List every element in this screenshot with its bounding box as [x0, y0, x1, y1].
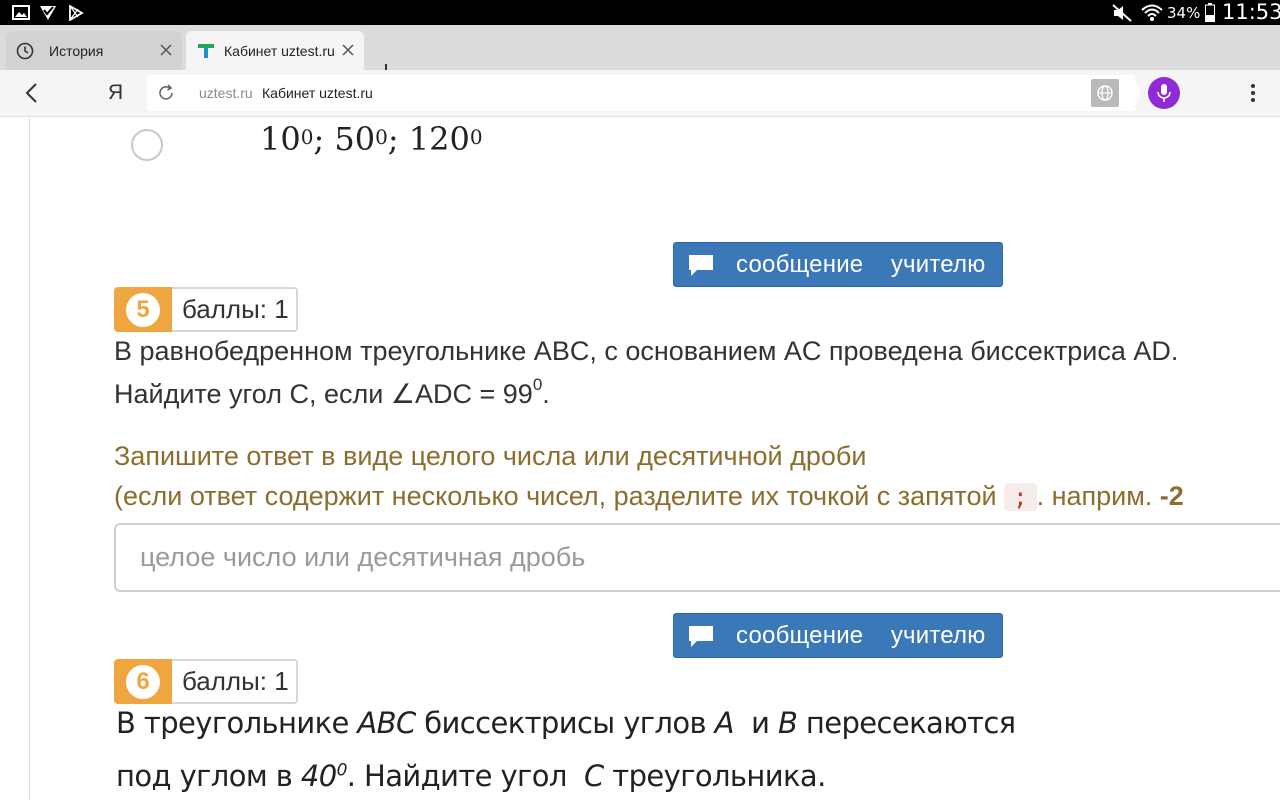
play-store-icon	[66, 4, 86, 21]
question-text-line: В треугольнике ABC биссектрисы углов A и…	[116, 706, 1016, 740]
question-points: баллы: 1	[172, 287, 298, 332]
question-text-line: В равнобедренном треугольнике ABC, с осн…	[114, 336, 1179, 366]
angle-value: 50	[334, 120, 376, 158]
globe-icon[interactable]	[1091, 79, 1119, 107]
tab-strip: История Кабинет uztest.ru	[0, 25, 1280, 80]
answer-input[interactable]	[114, 523, 1280, 592]
address-page-title: Кабинет uztest.ru	[262, 85, 373, 101]
reload-icon[interactable]	[156, 83, 176, 103]
question-points: баллы: 1	[172, 659, 298, 704]
uztest-favicon	[198, 43, 214, 59]
battery-percent: 34%	[1167, 4, 1201, 22]
answer-option-text: 100; 500; 1200	[260, 120, 483, 158]
question-number-badge: 5	[114, 287, 172, 332]
address-domain: uztest.ru	[199, 85, 253, 101]
close-icon[interactable]	[340, 42, 356, 58]
angle-value: 120	[408, 120, 470, 158]
page-content: 100; 500; 1200 сообщение учителю 5 баллы…	[0, 118, 1280, 800]
tab-label: Кабинет uztest.ru	[224, 42, 334, 59]
microphone-icon[interactable]	[1148, 77, 1180, 109]
answer-format-hint: (если ответ содержит несколько чисел, ра…	[114, 481, 1184, 511]
tab-uztest[interactable]: Кабинет uztest.ru	[186, 31, 364, 70]
close-icon[interactable]	[158, 42, 174, 58]
message-teacher-button[interactable]: сообщение учителю	[673, 613, 1003, 658]
yandex-button[interactable]: Я	[108, 81, 123, 105]
question-number: 6	[126, 664, 160, 699]
image-icon	[11, 4, 31, 21]
status-bar: 34% 11:53	[0, 0, 1280, 25]
example-value: -2	[1159, 481, 1184, 511]
message-teacher-label: сообщение учителю	[736, 250, 986, 278]
tab-history[interactable]: История	[6, 31, 182, 70]
mute-icon	[1110, 3, 1134, 22]
question-text-line: под углом в 400. Найдите угол C треуголь…	[116, 759, 826, 793]
question-number: 5	[126, 292, 160, 327]
speech-bubble-icon	[688, 625, 714, 647]
kebab-menu-icon[interactable]	[1242, 82, 1264, 104]
tab-label: История	[49, 42, 104, 59]
answer-format-hint: Запишите ответ в виде целого числа или д…	[114, 441, 867, 471]
angle-value: 10	[260, 120, 301, 158]
separator-code: ;	[1004, 483, 1037, 511]
history-clock-icon	[16, 42, 34, 60]
browser-toolbar: Я uztest.ru Кабинет uztest.ru	[0, 70, 1280, 117]
question-text-line: Найдите угол C, если ∠ADC = 990.	[114, 375, 550, 409]
address-bar[interactable]: uztest.ru Кабинет uztest.ru	[147, 75, 1141, 111]
question-number-badge: 6	[114, 659, 172, 704]
speech-bubble-icon	[688, 254, 714, 276]
battery-icon	[1203, 3, 1217, 22]
message-teacher-button[interactable]: сообщение учителю	[673, 242, 1003, 287]
clock: 11:53	[1222, 0, 1280, 24]
back-chevron-icon[interactable]	[20, 82, 42, 104]
content-border	[29, 118, 30, 800]
wifi-icon	[1140, 4, 1164, 21]
checkmark-badge-icon	[38, 4, 58, 21]
message-teacher-label: сообщение учителю	[736, 621, 986, 649]
answer-option-radio[interactable]	[131, 129, 163, 161]
